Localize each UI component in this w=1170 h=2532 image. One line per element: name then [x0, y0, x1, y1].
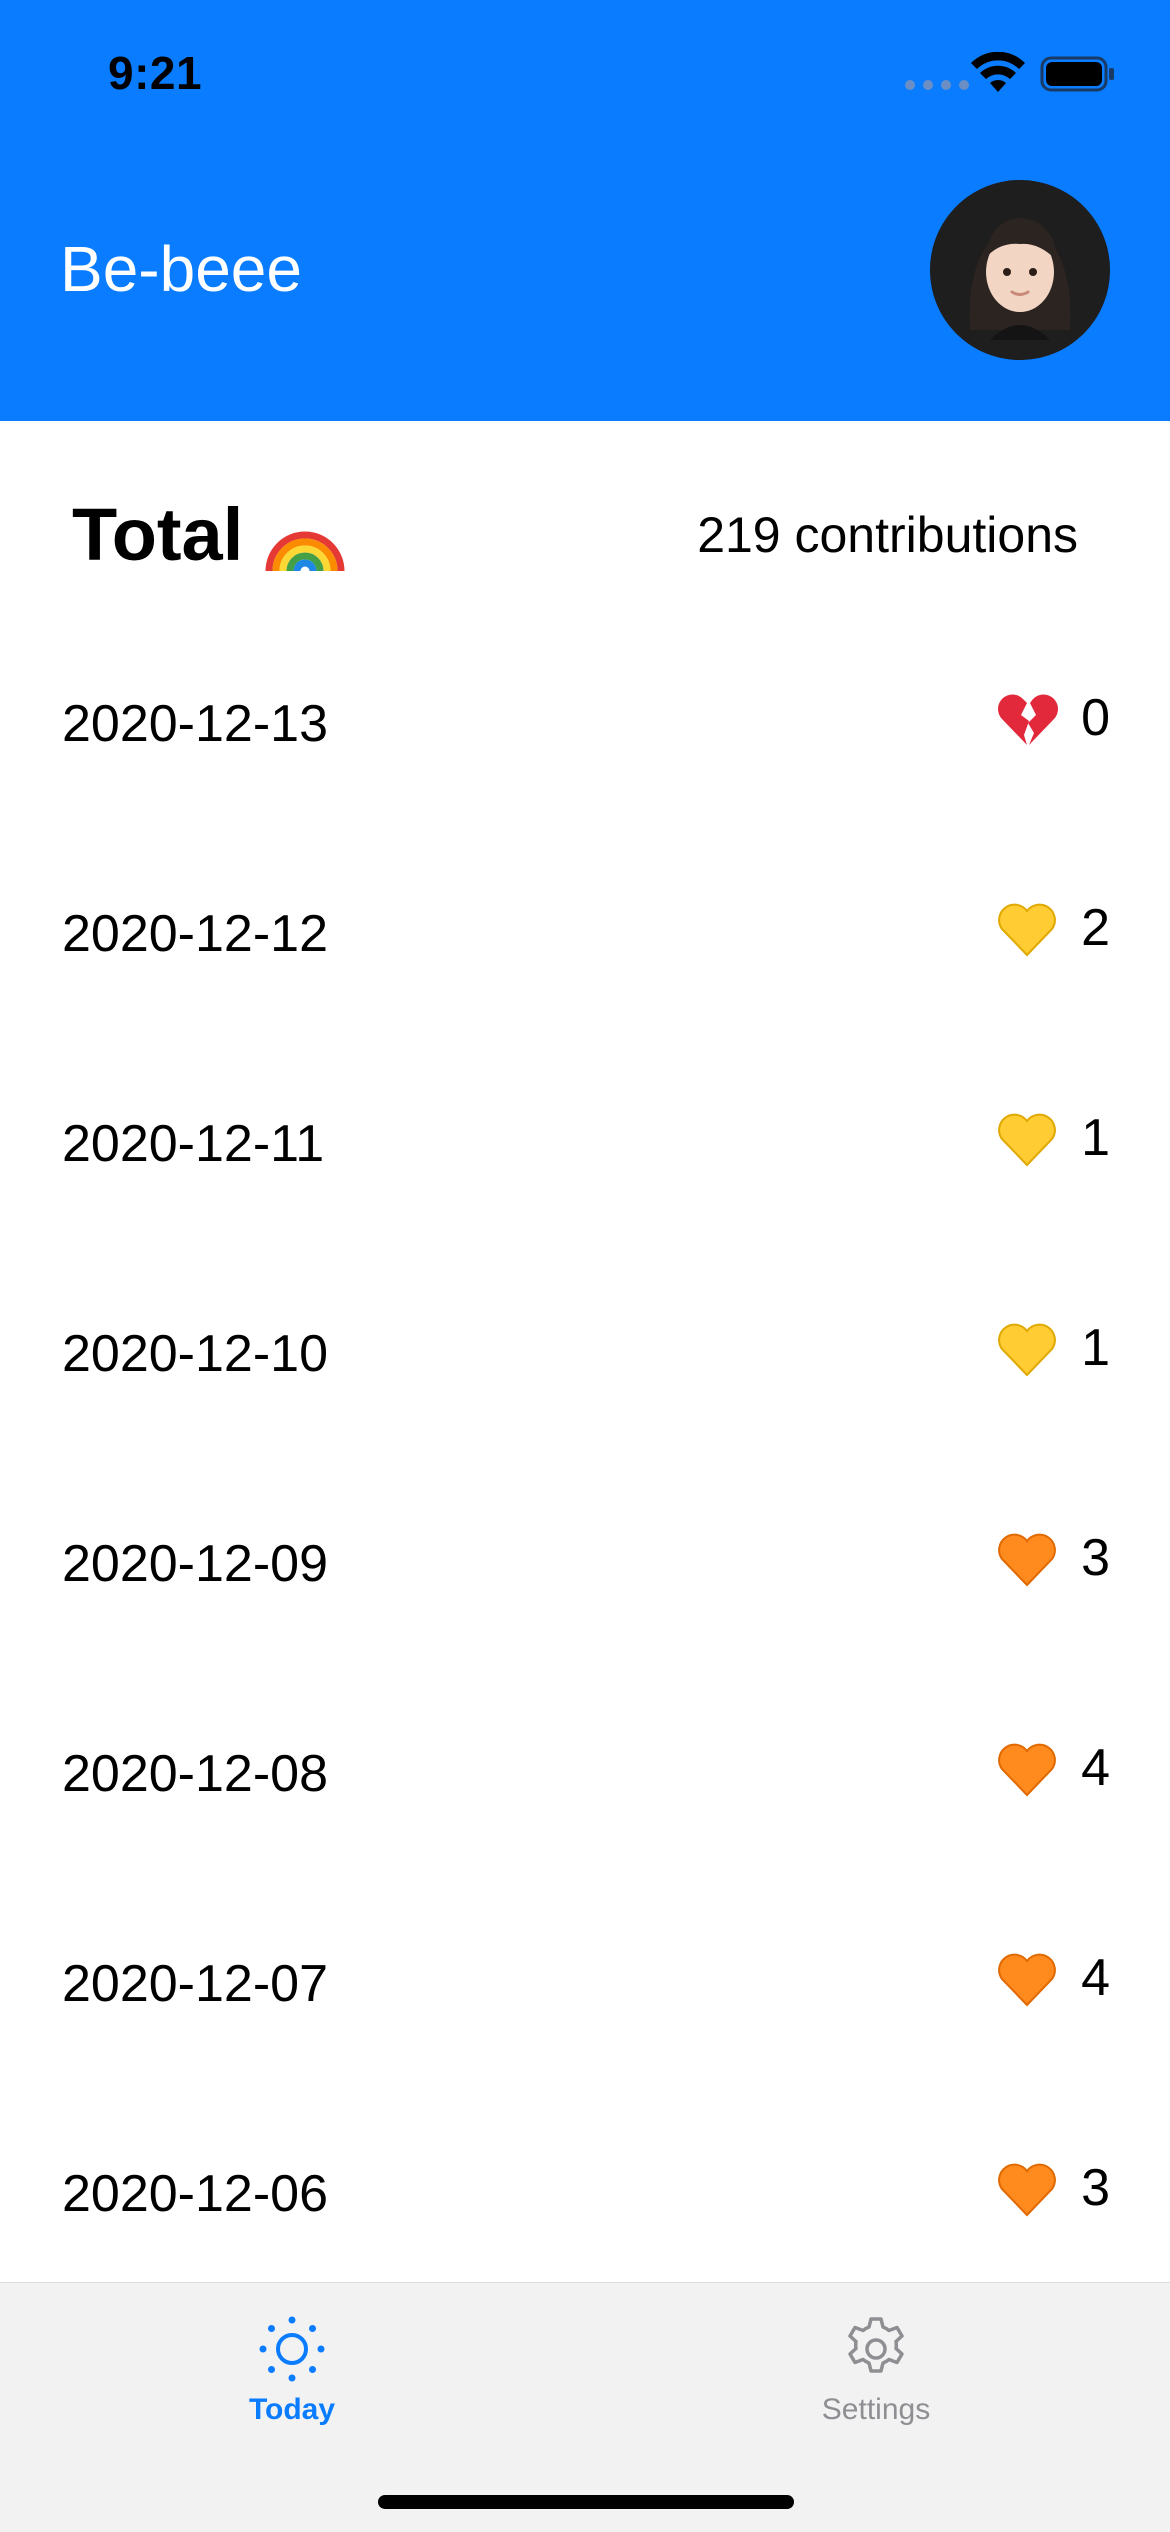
- entry-value: 2: [996, 898, 1110, 958]
- list-item[interactable]: 2020-12-09 3: [0, 1500, 1170, 1640]
- app-title: Be-beee: [60, 233, 302, 305]
- entry-date: 2020-12-09: [62, 1535, 328, 1593]
- yellow-heart-icon: [998, 1323, 1056, 1377]
- entry-date: 2020-12-11: [62, 1115, 325, 1173]
- yellow-heart-icon: [998, 1113, 1056, 1167]
- orange-heart-icon: [998, 2163, 1056, 2217]
- sun-icon: [259, 2316, 325, 2382]
- tab-today[interactable]: Today: [182, 2313, 402, 2427]
- total-heading: Total: [72, 492, 347, 577]
- broken-heart-icon: [998, 694, 1058, 745]
- tab-settings[interactable]: Settings: [766, 2313, 986, 2427]
- entry-count: 4: [1081, 1739, 1110, 1797]
- status-time: 9:21: [108, 47, 203, 99]
- entry-value: 3: [996, 1528, 1110, 1588]
- entry-date: 2020-12-13: [62, 695, 328, 753]
- entry-count: 1: [1081, 1319, 1110, 1377]
- total-label: Total: [72, 493, 244, 576]
- entry-count: 2: [1081, 899, 1110, 957]
- orange-heart-icon: [998, 1953, 1056, 2007]
- entry-date: 2020-12-07: [62, 1955, 328, 2013]
- entry-count: 0: [1081, 689, 1110, 747]
- list-item[interactable]: 2020-12-13 0: [0, 660, 1170, 800]
- entry-value: 4: [996, 1738, 1110, 1798]
- orange-heart-icon: [998, 1533, 1056, 1587]
- list-item[interactable]: 2020-12-12 2: [0, 870, 1170, 1010]
- list-item[interactable]: 2020-12-11 1: [0, 1080, 1170, 1220]
- total-contributions: 219 contributions: [697, 507, 1078, 563]
- tab-bar: Today Settings: [0, 2282, 1170, 2532]
- cellular-signal-icon: [905, 80, 969, 90]
- entry-date: 2020-12-12: [62, 905, 328, 963]
- entry-value: 3: [996, 2158, 1110, 2218]
- entry-date: 2020-12-10: [62, 1325, 328, 1383]
- entry-count: 1: [1081, 1109, 1110, 1167]
- avatar[interactable]: [930, 180, 1110, 360]
- tab-today-label: Today: [248, 2393, 336, 2426]
- avatar-image: [930, 180, 1110, 360]
- orange-heart-icon: [998, 1743, 1056, 1797]
- list-item[interactable]: 2020-12-06 3: [0, 2130, 1170, 2270]
- list-item[interactable]: 2020-12-10 1: [0, 1290, 1170, 1430]
- wifi-icon: [971, 52, 1025, 92]
- header: 9:21 Be-beee: [0, 0, 1170, 421]
- entry-value: 1: [996, 1108, 1110, 1168]
- entry-count: 3: [1081, 2159, 1110, 2217]
- entry-value: 1: [996, 1318, 1110, 1378]
- entry-date: 2020-12-06: [62, 2165, 328, 2223]
- entry-value: 0: [996, 688, 1110, 748]
- app-screen: 9:21 Be-beee Total 219 contributions 202…: [0, 0, 1170, 2532]
- entry-count: 4: [1081, 1949, 1110, 2007]
- gear-icon: [848, 2317, 904, 2373]
- entry-value: 4: [996, 1948, 1110, 2008]
- battery-icon: [1040, 56, 1114, 92]
- tab-settings-label: Settings: [821, 2393, 931, 2426]
- list-item[interactable]: 2020-12-07 4: [0, 1920, 1170, 2060]
- yellow-heart-icon: [998, 903, 1056, 957]
- home-indicator: [378, 2495, 794, 2509]
- rainbow-icon: [265, 531, 345, 571]
- entry-date: 2020-12-08: [62, 1745, 328, 1803]
- entry-count: 3: [1081, 1529, 1110, 1587]
- list-item[interactable]: 2020-12-08 4: [0, 1710, 1170, 1850]
